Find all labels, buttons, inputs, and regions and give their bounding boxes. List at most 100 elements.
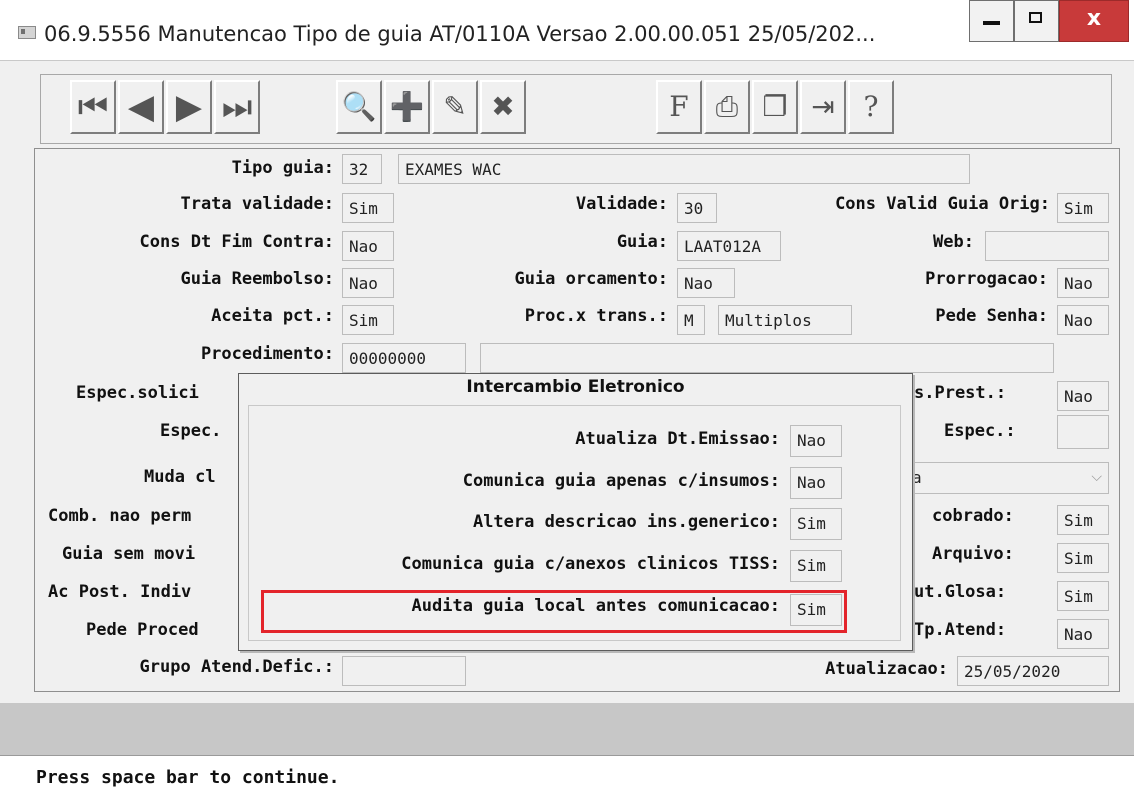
search-button[interactable]: 🔍 [336,80,382,134]
guia-label: Guia: [616,232,668,252]
proc-trans-desc-field: Multiplos [718,305,852,335]
comunica-anexos-tiss-label: Comunica guia c/anexos clinicos TISS: [401,554,780,574]
aceita-pct-label: Aceita pct.: [211,306,334,326]
first-record-icon: ⏮ [77,87,109,127]
web-field[interactable] [985,231,1109,261]
cons-dt-fim-contra-field[interactable]: Nao [342,231,394,261]
espec-label: Espec. [160,421,222,441]
help-button[interactable]: ? [848,80,894,134]
proc-trans-label: Proc.x trans.: [524,306,668,326]
tp-atend-label: Tp.Atend: [914,620,1007,640]
guia-orcamento-field[interactable]: Nao [677,268,735,298]
trata-validade-field[interactable]: Sim [342,193,394,223]
minimize-button[interactable] [969,0,1014,42]
edit-button[interactable]: ✎ [432,80,478,134]
prorrogacao-field[interactable]: Nao [1057,268,1109,298]
arquivo-label: Arquivo: [932,544,1014,564]
first-record-button[interactable]: ⏮ [70,80,116,134]
proc-trans-code-field[interactable]: M [677,305,705,335]
tp-atend-field[interactable]: Nao [1057,619,1109,649]
validade-label: Validade: [575,194,668,214]
espec-right-field[interactable] [1057,415,1109,449]
comunica-guia-insumos-field[interactable]: Nao [790,467,842,499]
comunica-guia-insumos-label: Comunica guia apenas c/insumos: [462,471,780,491]
app-window-icon[interactable] [18,26,36,39]
espec-right-label: Espec.: [944,421,1016,441]
edit-icon: ✎ [443,90,467,123]
altera-descricao-label: Altera descricao ins.generico: [472,512,780,532]
next-record-button[interactable]: ▶ [166,80,212,134]
muda-classe-label: Muda cl [144,467,216,487]
cons-valid-guia-orig-field[interactable]: Sim [1057,193,1109,223]
exit-button[interactable]: ⇥ [800,80,846,134]
help-icon: ? [863,90,879,123]
guia-reembolso-label: Guia Reembolso: [180,269,334,289]
guia-sem-movi-label: Guia sem movi [62,544,196,564]
aceita-pct-field[interactable]: Sim [342,305,394,335]
add-icon: ➕ [389,90,425,123]
tipo-guia-code-field[interactable]: 32 [342,154,382,184]
prorrogacao-label: Prorrogacao: [925,269,1048,289]
tipo-guia-label: Tipo guia: [231,158,334,178]
atualiza-dt-emissao-label: Atualiza Dt.Emissao: [575,429,780,449]
atualiza-dt-emissao-field[interactable]: Nao [790,425,842,457]
web-label: Web: [933,232,974,252]
window-title: 06.9.5556 Manutencao Tipo de guia AT/011… [44,22,876,46]
search-key-icon: 🔍 [341,90,377,123]
minimize-icon [983,21,1000,25]
guia-orcamento-label: Guia orcamento: [514,269,668,289]
cons-dt-fim-contra-label: Cons Dt Fim Contra: [139,232,334,252]
filter-button[interactable]: F [656,80,702,134]
comunica-anexos-tiss-field[interactable]: Sim [790,550,842,582]
guia-field[interactable]: LAAT012A [677,231,781,261]
pede-senha-field[interactable]: Nao [1057,305,1109,335]
delete-button[interactable]: ✖ [480,80,526,134]
add-button[interactable]: ➕ [384,80,430,134]
highlight-box [261,590,847,633]
grupo-atend-defic-label: Grupo Atend.Defic.: [139,657,334,677]
procedimento-desc-field [480,343,1054,373]
copy-icon: ❐ [762,90,788,123]
comb-nao-perm-label: Comb. nao perm [48,506,192,526]
pede-senha-label: Pede Senha: [935,306,1048,326]
grupo-atend-defic-field[interactable] [342,656,466,686]
dialog-title: Intercambio Eletronico [466,377,685,397]
copy-button[interactable]: ❐ [752,80,798,134]
muda-classe-value: a [912,468,922,487]
print-icon: ⎙ [715,90,739,123]
last-record-button[interactable]: ⏭ [214,80,260,134]
pede-proced-label: Pede Proced [86,620,199,640]
muda-classe-select[interactable]: a ⌵ [905,462,1109,494]
next-icon: ▶ [175,87,203,127]
status-message: Press space bar to continue. [36,767,340,788]
previous-record-button[interactable]: ◀ [118,80,164,134]
filter-icon: F [669,90,689,123]
cobrado-field[interactable]: Sim [1057,505,1109,535]
previous-icon: ◀ [127,87,155,127]
atualizacao-label: Atualizacao: [825,659,948,679]
guia-reembolso-field[interactable]: Nao [342,268,394,298]
last-record-icon: ⏭ [221,87,253,127]
cobrado-label: cobrado: [932,506,1014,526]
status-band [0,703,1134,755]
procedimento-field[interactable]: 00000000 [342,343,466,373]
trata-validade-label: Trata validade: [180,194,334,214]
cons-valid-guia-orig-label: Cons Valid Guia Orig: [835,194,1050,214]
delete-icon: ✖ [491,90,515,123]
maximize-button[interactable] [1014,0,1059,42]
maximize-icon [1029,12,1042,23]
s-prest-label: s.Prest.: [914,383,1007,403]
altera-descricao-field[interactable]: Sim [790,508,842,540]
tipo-guia-desc-field: EXAMES WAC [398,154,970,184]
validade-field[interactable]: 30 [677,193,717,223]
arquivo-field[interactable]: Sim [1057,543,1109,573]
close-icon: x [1086,6,1102,31]
aut-glosa-label: ut.Glosa: [914,582,1007,602]
chevron-down-icon: ⌵ [1091,469,1102,485]
s-prest-field[interactable]: Nao [1057,381,1109,411]
close-button[interactable]: x [1059,0,1129,42]
print-button[interactable]: ⎙ [704,80,750,134]
aut-glosa-field[interactable]: Sim [1057,581,1109,611]
exit-door-icon: ⇥ [811,90,835,123]
atualizacao-field: 25/05/2020 [957,656,1109,686]
